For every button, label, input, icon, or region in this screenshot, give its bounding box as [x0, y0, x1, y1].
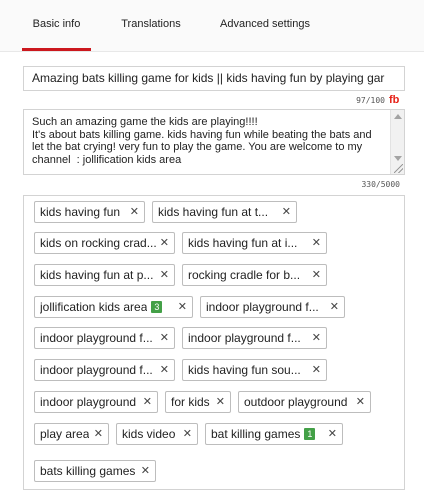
scroll-down-arrow-icon[interactable] [394, 156, 402, 161]
tag-label: bats killing games [40, 464, 136, 478]
remove-tag-icon[interactable]: ✕ [183, 424, 192, 444]
description-char-counter: 330/5000 [361, 180, 400, 189]
description-text[interactable]: Such an amazing game the kids are playin… [32, 116, 382, 166]
remove-tag-icon[interactable]: ✕ [178, 297, 187, 317]
tag-label: indoor playground f... [40, 363, 153, 377]
remove-tag-icon[interactable]: ✕ [328, 424, 337, 444]
tag-label: rocking cradle for b... [188, 268, 301, 282]
tag-chip[interactable]: kids having fun at p... ✕ [34, 264, 175, 286]
remove-tag-icon[interactable]: ✕ [141, 461, 150, 481]
tab-translations[interactable]: Translations [110, 0, 192, 52]
tag-label: bat killing games [211, 427, 301, 441]
tag-label: indoor playground [40, 395, 137, 409]
tag-chip[interactable]: play area ✕ [34, 423, 109, 445]
tag-chip[interactable]: indoor playground f... ✕ [34, 359, 175, 381]
tag-label: kids having fun at p... [40, 268, 154, 282]
remove-tag-icon[interactable]: ✕ [312, 265, 321, 285]
tab-bar: Basic info Translations Advanced setting… [0, 0, 424, 52]
remove-tag-icon[interactable]: ✕ [312, 360, 321, 380]
tag-chip[interactable]: kids having fun sou... ✕ [182, 359, 327, 381]
tag-label: kids having fun at t... [158, 205, 269, 219]
title-input[interactable]: Amazing bats killing game for kids || ki… [23, 66, 405, 91]
tag-chip[interactable]: indoor playground f... ✕ [34, 327, 175, 349]
remove-tag-icon[interactable]: ✕ [312, 328, 321, 348]
title-char-counter: 97/100 [356, 96, 385, 105]
tag-label: kids on rocking crad... [40, 236, 157, 250]
tag-chip[interactable]: jollification kids area 3 ✕ [34, 296, 193, 318]
tag-chip[interactable]: bats killing games ✕ [34, 460, 156, 482]
tag-chip[interactable]: kids video ✕ [116, 423, 198, 445]
tag-chip[interactable]: kids having fun at t... ✕ [152, 201, 297, 223]
tag-label: indoor playground f... [40, 331, 153, 345]
resize-grip-icon[interactable] [394, 164, 403, 173]
fb-icon: fb [389, 94, 400, 106]
remove-tag-icon[interactable]: ✕ [160, 360, 169, 380]
remove-tag-icon[interactable]: ✕ [160, 328, 169, 348]
tab-basic-info[interactable]: Basic info [22, 0, 91, 52]
tag-label: kids having fun sou... [188, 363, 301, 377]
scroll-up-arrow-icon[interactable] [394, 114, 402, 119]
tag-label: kids having fun at i... [188, 236, 298, 250]
tag-chip[interactable]: indoor playground f... ✕ [182, 327, 327, 349]
remove-tag-icon[interactable]: ✕ [94, 424, 103, 444]
tag-label: kids video [122, 427, 176, 441]
tag-chip[interactable]: rocking cradle for b... ✕ [182, 264, 327, 286]
tag-chip[interactable]: indoor playground f... ✕ [200, 296, 345, 318]
tab-advanced-settings[interactable]: Advanced settings [210, 0, 320, 52]
remove-tag-icon[interactable]: ✕ [356, 392, 365, 412]
tag-label: play area [40, 427, 90, 441]
tag-label: jollification kids area [40, 300, 148, 314]
tag-label: indoor playground f... [188, 331, 301, 345]
remove-tag-icon[interactable]: ✕ [130, 202, 139, 222]
tag-chip[interactable]: kids on rocking crad... ✕ [34, 232, 175, 254]
tag-label: for kids [171, 395, 210, 409]
tag-chip[interactable]: outdoor playground ✕ [238, 391, 371, 413]
tag-chip[interactable]: for kids ✕ [165, 391, 231, 413]
tag-usage-count-badge: 1 [304, 428, 316, 440]
remove-tag-icon[interactable]: ✕ [160, 233, 169, 253]
tag-chip[interactable]: kids having fun at i... ✕ [182, 232, 327, 254]
tag-label: indoor playground f... [206, 300, 319, 314]
remove-tag-icon[interactable]: ✕ [312, 233, 321, 253]
remove-tag-icon[interactable]: ✕ [330, 297, 339, 317]
remove-tag-icon[interactable]: ✕ [143, 392, 152, 412]
tag-chip[interactable]: indoor playground ✕ [34, 391, 158, 413]
active-tab-indicator [22, 48, 91, 51]
remove-tag-icon[interactable]: ✕ [282, 202, 291, 222]
description-textarea[interactable]: Such an amazing game the kids are playin… [23, 109, 405, 175]
remove-tag-icon[interactable]: ✕ [160, 265, 169, 285]
tag-label: outdoor playground [244, 395, 348, 409]
tag-label: kids having fun [40, 205, 121, 219]
tag-chip[interactable]: kids having fun ✕ [34, 201, 145, 223]
remove-tag-icon[interactable]: ✕ [216, 392, 225, 412]
tag-usage-count-badge: 3 [151, 301, 163, 313]
tag-chip[interactable]: bat killing games 1 ✕ [205, 423, 343, 445]
tags-field[interactable]: kids having fun ✕ kids having fun at t..… [23, 195, 405, 490]
